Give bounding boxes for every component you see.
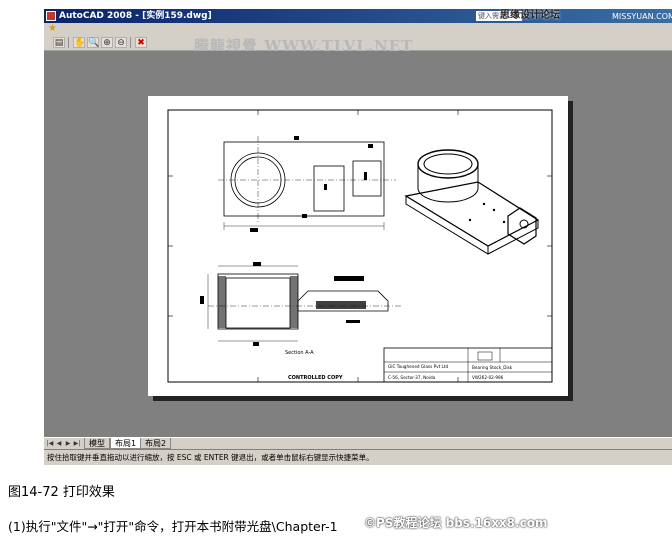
layout-tabs: |◀ ◀ ▶ ▶| 模型 布局1 布局2: [44, 437, 672, 449]
iso-view-holes: [468, 202, 506, 224]
title-block-address: C-56, Sector-37, Noida: [388, 375, 436, 380]
command-prompt: 按住拾取键并垂直拖动以进行缩放，按 ESC 或 ENTER 键退出，或者单击鼠标…: [44, 450, 672, 465]
tab-model[interactable]: 模型: [84, 438, 110, 449]
iso-view: [404, 149, 540, 255]
tab-prev-icon[interactable]: ◀: [55, 439, 63, 448]
article-watermark: ©PS教程论坛 bbs.16xx8.com: [364, 516, 548, 530]
article-paragraph: (1)执行"文件"→"打开"命令，打开本书附带光盘\Chapter-1: [8, 519, 338, 534]
drawing-border: [167, 109, 553, 383]
window-title: AutoCAD 2008 - [实例159.dwg]: [59, 11, 212, 21]
print-preview-button[interactable]: ▤: [53, 37, 65, 48]
section-hatch: [200, 262, 366, 346]
title-bar: AutoCAD 2008 - [实例159.dwg] 键入需要 思缘设计论坛 M…: [44, 9, 672, 23]
zoom-window-button[interactable]: ⊕: [101, 37, 113, 48]
cad-drawing: Section A-A CONTROLLED COPY GIC Toughene…: [167, 109, 553, 383]
top-view-dims: [250, 136, 373, 232]
zoom-original-icon: ⊖: [117, 38, 125, 48]
watermark-right: 思缘设计论坛: [500, 10, 560, 21]
zoom-realtime-button[interactable]: 🔍: [87, 37, 99, 48]
close-preview-button[interactable]: ✖: [135, 37, 147, 48]
tab-last-icon[interactable]: ▶|: [73, 439, 81, 448]
title-block: GIC Toughened Glass Pvt Ltd C-56, Sector…: [383, 347, 553, 383]
print-preview-icon: ▤: [54, 38, 64, 48]
title-block-title: Bearing Stock_Disk: [472, 365, 513, 370]
autocad-logo-icon: [46, 11, 56, 21]
figure-caption: 图14-72 打印效果: [8, 485, 115, 500]
section-view: [207, 265, 403, 342]
toolbar-separator: [130, 37, 131, 48]
zoom-realtime-icon: 🔍: [88, 38, 100, 48]
pan-button[interactable]: ✋: [73, 37, 85, 48]
tab-layout1[interactable]: 布局1: [110, 438, 142, 449]
controlled-copy-label: CONTROLLED COPY: [288, 375, 343, 381]
border-ticks: [168, 110, 552, 382]
section-label: Section A-A: [285, 350, 314, 356]
tab-layout2[interactable]: 布局2: [140, 438, 172, 449]
zoom-window-icon: ⊕: [103, 38, 111, 48]
title-block-company: GIC Toughened Glass Pvt Ltd: [388, 364, 449, 369]
pan-icon: ✋: [74, 38, 86, 48]
watermark-url: MISSYUAN.COM: [612, 12, 672, 21]
preview-canvas[interactable]: Section A-A CONTROLLED COPY GIC Toughene…: [44, 51, 672, 437]
favorites-star-icon[interactable]: ★: [48, 23, 57, 35]
paper-sheet: Section A-A CONTROLLED COPY GIC Toughene…: [148, 96, 568, 396]
autocad-window: AutoCAD 2008 - [实例159.dwg] 键入需要 思缘设计论坛 M…: [44, 9, 672, 465]
close-preview-icon: ✖: [137, 38, 145, 48]
zoom-original-button[interactable]: ⊖: [115, 37, 127, 48]
tab-first-icon[interactable]: |◀: [46, 439, 54, 448]
toolbar-separator: [68, 37, 69, 48]
tab-next-icon[interactable]: ▶: [64, 439, 72, 448]
menu-row: ★: [44, 23, 672, 35]
title-block-drawing-no: VW262-02-996: [472, 375, 504, 380]
